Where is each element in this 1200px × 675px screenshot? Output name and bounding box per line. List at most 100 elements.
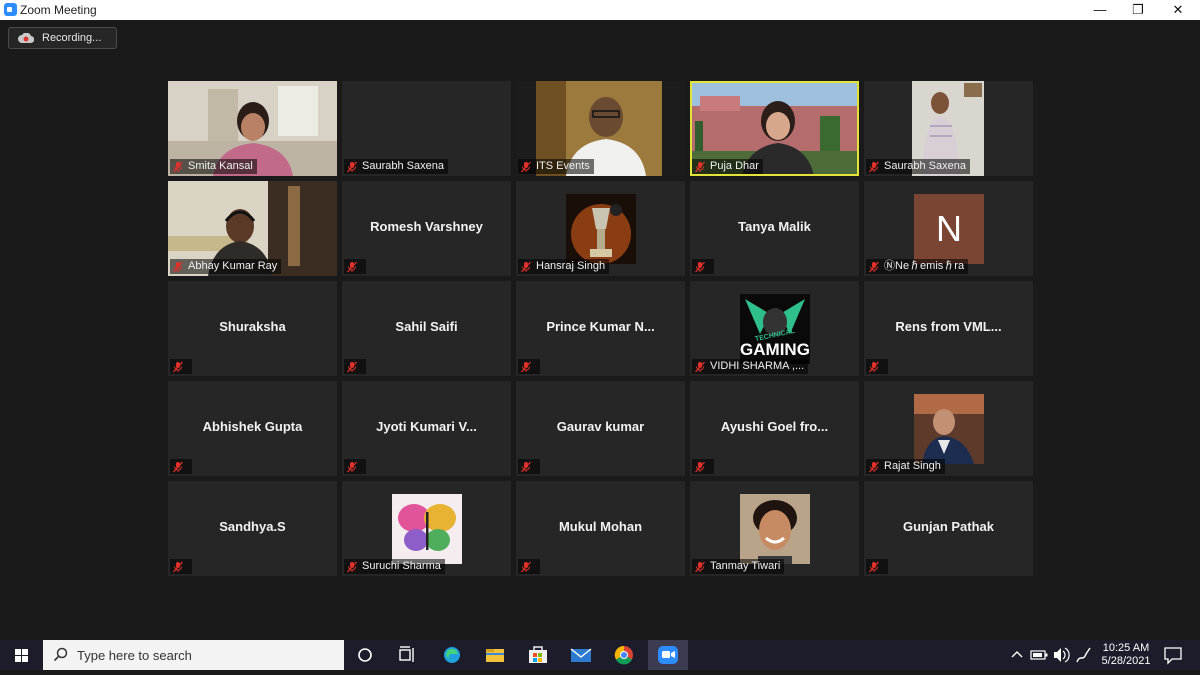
participant-display-name: Romesh Varshney xyxy=(370,219,483,234)
participant-tile[interactable]: Ayushi Goel fro... xyxy=(690,381,859,476)
windows-taskbar: Type here to search 10:25 AM 5/28/2021 xyxy=(0,640,1200,670)
avatar-letter: N xyxy=(936,208,962,249)
participant-name-bar: VIDHI SHARMA ,... xyxy=(692,359,809,374)
clock-date: 5/28/2021 xyxy=(1101,655,1151,667)
participant-name: Saurabh Saxena xyxy=(362,160,444,172)
pen-workspace-icon[interactable] xyxy=(1074,640,1092,670)
participant-tile[interactable]: Suruchi Sharma xyxy=(342,481,511,576)
muted-mic-icon xyxy=(695,161,705,172)
participant-name-bar: Hansraj Singh xyxy=(518,259,610,274)
participant-tile[interactable]: Sahil Saifi xyxy=(342,281,511,376)
show-hidden-icons-icon[interactable] xyxy=(1010,640,1024,670)
participant-tile[interactable]: Saurabh Saxena xyxy=(342,81,511,176)
participant-tile[interactable]: Abhay Kumar Ray xyxy=(168,181,337,276)
participant-tile[interactable]: N ⓃNeℏemisℏra xyxy=(864,181,1033,276)
muted-mic-icon xyxy=(173,261,183,272)
store-icon xyxy=(529,646,547,663)
participant-display-name: Tanya Malik xyxy=(738,219,811,234)
participant-tile[interactable]: Saurabh Saxena xyxy=(864,81,1033,176)
participant-tile[interactable]: Mukul Mohan xyxy=(516,481,685,576)
participant-tile[interactable]: Sandhya.S xyxy=(168,481,337,576)
file-explorer-button[interactable] xyxy=(475,640,515,670)
muted-mic-icon xyxy=(173,361,183,372)
butterfly-image xyxy=(392,494,462,564)
mail-button[interactable] xyxy=(561,640,601,670)
participant-name-bar xyxy=(344,359,366,374)
zoom-icon xyxy=(658,646,678,664)
muted-mic-icon xyxy=(173,461,183,472)
participant-avatar xyxy=(566,194,636,264)
restore-button[interactable]: ❐ xyxy=(1120,0,1156,20)
participant-tile[interactable]: Rens from VML... xyxy=(864,281,1033,376)
muted-mic-icon xyxy=(173,161,183,172)
participant-name-bar: Smita Kansal xyxy=(170,159,257,174)
participant-tile[interactable]: Hansraj Singh xyxy=(516,181,685,276)
participant-name: Hansraj Singh xyxy=(536,260,606,272)
participant-name: Abhay Kumar Ray xyxy=(188,260,278,272)
store-button[interactable] xyxy=(518,640,558,670)
clock-time: 10:25 AM xyxy=(1102,642,1150,654)
taskbar-search-box[interactable]: Type here to search xyxy=(43,640,344,670)
participant-tile[interactable]: Rajat Singh xyxy=(864,381,1033,476)
close-button[interactable]: ✕ xyxy=(1160,0,1196,20)
muted-mic-icon xyxy=(173,561,183,572)
participant-name-bar xyxy=(344,259,366,274)
participant-name: Puja Dhar xyxy=(710,160,759,172)
search-placeholder: Type here to search xyxy=(77,648,192,663)
participant-name-bar xyxy=(344,459,366,474)
task-view-button[interactable] xyxy=(387,640,427,670)
participant-tile[interactable]: TECHNICAL GAMING VIDHI SHARMA ,... xyxy=(690,281,859,376)
minimize-button[interactable]: — xyxy=(1082,0,1118,20)
participant-tile[interactable]: Tanmay Tiwari xyxy=(690,481,859,576)
participant-tile[interactable]: Smita Kansal xyxy=(168,81,337,176)
muted-mic-icon xyxy=(869,361,879,372)
participant-tile[interactable]: ITS Events xyxy=(516,81,685,176)
participant-tile[interactable]: Romesh Varshney xyxy=(342,181,511,276)
participant-name-bar xyxy=(692,259,714,274)
participant-name: Tanmay Tiwari xyxy=(710,560,781,572)
zoom-taskbar-button[interactable] xyxy=(648,640,688,670)
muted-mic-icon xyxy=(347,261,357,272)
participant-tile[interactable]: Shuraksha xyxy=(168,281,337,376)
participant-name-bar xyxy=(518,559,540,574)
battery-icon[interactable] xyxy=(1030,640,1048,670)
participant-display-name: Rens from VML... xyxy=(895,319,1002,334)
participant-name: Saurabh Saxena xyxy=(884,160,966,172)
participant-tile[interactable]: Tanya Malik xyxy=(690,181,859,276)
volume-icon[interactable] xyxy=(1052,640,1070,670)
cortana-button[interactable] xyxy=(345,640,385,670)
muted-mic-icon xyxy=(869,261,879,272)
title-bar: Zoom Meeting — ❐ ✕ xyxy=(0,0,1200,20)
participant-tile[interactable]: Gaurav kumar xyxy=(516,381,685,476)
cloud-record-icon xyxy=(18,33,34,43)
participant-name: VIDHI SHARMA ,... xyxy=(710,360,805,372)
windows-logo-icon xyxy=(15,649,28,662)
participant-avatar xyxy=(740,494,810,564)
chrome-button[interactable] xyxy=(604,640,644,670)
participant-name-bar xyxy=(866,359,888,374)
participant-name: ITS Events xyxy=(536,160,590,172)
taskbar-clock[interactable]: 10:25 AM 5/28/2021 xyxy=(1097,642,1155,668)
participant-tile[interactable]: Jyoti Kumari V... xyxy=(342,381,511,476)
participant-tile[interactable]: Prince Kumar N... xyxy=(516,281,685,376)
participant-display-name: Mukul Mohan xyxy=(558,519,643,534)
muted-mic-icon xyxy=(521,261,531,272)
edge-button[interactable] xyxy=(432,640,472,670)
start-button[interactable] xyxy=(0,640,42,670)
participant-photo xyxy=(740,494,810,564)
participant-tile[interactable]: Gunjan Pathak xyxy=(864,481,1033,576)
participant-name-bar: Suruchi Sharma xyxy=(344,559,445,574)
edge-icon xyxy=(444,647,460,663)
participant-tile[interactable]: Abhishek Gupta xyxy=(168,381,337,476)
participant-tile[interactable]: Puja Dhar xyxy=(690,81,859,176)
participant-avatar xyxy=(392,494,462,564)
file-explorer-icon xyxy=(486,649,504,662)
muted-mic-icon xyxy=(869,161,879,172)
notifications-icon[interactable] xyxy=(1162,640,1184,670)
muted-mic-icon xyxy=(869,561,879,572)
participant-name-bar: Rajat Singh xyxy=(866,459,945,474)
recording-indicator[interactable]: Recording... xyxy=(8,27,117,49)
participant-display-name: Prince Kumar N... xyxy=(546,319,655,334)
participant-photo xyxy=(914,394,984,464)
participant-name-bar xyxy=(518,359,540,374)
